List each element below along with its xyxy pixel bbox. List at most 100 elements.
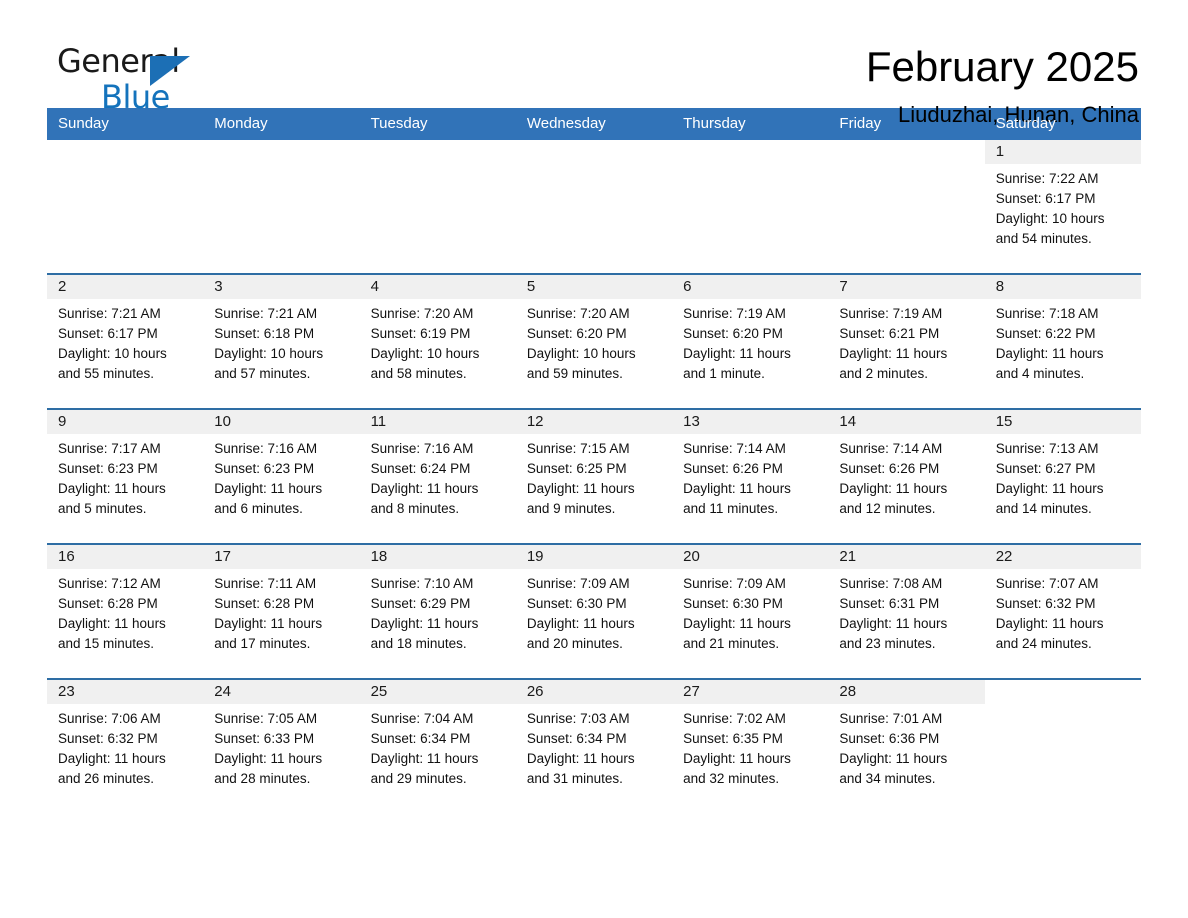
day-number-band: 19: [515, 545, 673, 569]
calendar-day-cell[interactable]: 23 Sunrise: 7:06 AM Sunset: 6:32 PM Dayligh…: [47, 680, 204, 813]
weekday-header-wednesday: Wednesday: [515, 108, 673, 140]
calendar-day-cell[interactable]: 20 Sunrise: 7:09 AM Sunset: 6:30 PM Dayligh…: [672, 545, 829, 678]
calendar-day-cell[interactable]: 12 Sunrise: 7:15 AM Sunset: 6:25 PM Dayligh…: [515, 410, 673, 543]
day-detail-line: Sunrise: 7:20 AM: [370, 306, 474, 321]
calendar-week-row: 9 Sunrise: 7:17 AM Sunset: 6:23 PM Daylight…: [47, 408, 1141, 544]
calendar-day-cell[interactable]: 22 Sunrise: 7:07 AM Sunset: 6:32 PM Dayligh…: [984, 545, 1141, 678]
day-detail: Sunrise: 7:19 AM Sunset: 6:21 PM Daylight:…: [828, 299, 984, 384]
day-detail-line: Sunrise: 7:21 AM: [58, 306, 161, 321]
day-detail-line: and 5 minutes.: [58, 501, 147, 516]
calendar-day-cell[interactable]: 15 Sunrise: 7:13 AM Sunset: 6:27 PM Dayligh…: [984, 410, 1141, 543]
day-detail-line: and 1 minute.: [683, 366, 765, 381]
day-detail-line: and 32 minutes.: [683, 771, 780, 786]
day-number: 18: [370, 548, 388, 565]
day-detail-line: Sunrise: 7:09 AM: [526, 576, 630, 591]
day-detail-line: Sunset: 6:27 PM: [995, 461, 1096, 476]
day-detail: [516, 164, 672, 169]
day-detail-line: Sunset: 6:26 PM: [683, 461, 783, 476]
day-detail-line: Sunrise: 7:19 AM: [839, 306, 943, 321]
day-detail-line: Daylight: 11 hours: [526, 481, 635, 496]
day-detail-line: Sunset: 6:23 PM: [214, 461, 315, 476]
day-number: 1: [995, 143, 1005, 160]
generalblue-logo[interactable]: General Blue: [47, 42, 217, 114]
day-number-band: 14: [828, 410, 985, 434]
calendar-day-cell[interactable]: 26 Sunrise: 7:03 AM Sunset: 6:34 PM Dayligh…: [515, 680, 673, 813]
calendar-day-cell[interactable]: 17 Sunrise: 7:11 AM Sunset: 6:28 PM Dayligh…: [203, 545, 360, 678]
calendar-day-cell[interactable]: 24 Sunrise: 7:05 AM Sunset: 6:33 PM Dayligh…: [203, 680, 360, 813]
day-detail-line: Sunrise: 7:07 AM: [995, 576, 1099, 591]
day-detail: Sunrise: 7:17 AM Sunset: 6:23 PM Daylight:…: [47, 434, 203, 519]
calendar-day-cell[interactable]: 3 Sunrise: 7:21 AM Sunset: 6:18 PM Daylight…: [203, 275, 360, 408]
day-detail-line: Sunrise: 7:01 AM: [839, 711, 943, 726]
day-detail-line: Sunrise: 7:16 AM: [370, 441, 474, 456]
calendar-day-cell[interactable]: 21 Sunrise: 7:08 AM Sunset: 6:31 PM Dayligh…: [828, 545, 985, 678]
day-detail-line: Sunrise: 7:19 AM: [683, 306, 786, 321]
day-number-band: 8: [984, 275, 1141, 299]
day-number: 24: [214, 683, 231, 700]
calendar-day-cell[interactable]: 1 Sunrise: 7:22 AM Sunset: 6:17 PM Daylight…: [984, 140, 1141, 273]
page-title: February 2025: [865, 43, 1139, 90]
logo-text-general: General: [57, 42, 180, 80]
day-detail-line: Daylight: 11 hours: [214, 616, 323, 631]
day-detail-line: and 11 minutes.: [683, 501, 779, 516]
calendar-day-cell[interactable]: 10 Sunrise: 7:16 AM Sunset: 6:23 PM Dayligh…: [203, 410, 360, 543]
day-detail: Sunrise: 7:16 AM Sunset: 6:24 PM Daylight:…: [360, 434, 516, 519]
day-number: 4: [370, 278, 379, 295]
day-number-band: 25: [359, 680, 516, 704]
day-detail-line: Sunset: 6:20 PM: [683, 326, 783, 341]
calendar-day-cell[interactable]: 9 Sunrise: 7:17 AM Sunset: 6:23 PM Daylight…: [47, 410, 204, 543]
calendar-day-cell[interactable]: 11 Sunrise: 7:16 AM Sunset: 6:24 PM Dayligh…: [359, 410, 516, 543]
day-detail-line: Sunset: 6:35 PM: [683, 731, 783, 746]
day-detail-line: Daylight: 11 hours: [526, 616, 635, 631]
day-detail-line: Sunset: 6:29 PM: [370, 596, 471, 611]
calendar-day-cell[interactable]: 25 Sunrise: 7:04 AM Sunset: 6:34 PM Dayligh…: [359, 680, 516, 813]
calendar-day-cell[interactable]: 8 Sunrise: 7:18 AM Sunset: 6:22 PM Daylight…: [984, 275, 1141, 408]
calendar-day-cell[interactable]: 19 Sunrise: 7:09 AM Sunset: 6:30 PM Dayligh…: [515, 545, 673, 678]
day-detail-line: and 31 minutes.: [526, 771, 623, 786]
calendar-day-cell[interactable]: 14 Sunrise: 7:14 AM Sunset: 6:26 PM Dayligh…: [828, 410, 985, 543]
day-number-band: [203, 140, 359, 164]
day-detail: Sunrise: 7:10 AM Sunset: 6:29 PM Daylight:…: [360, 569, 516, 654]
day-detail-line: Daylight: 11 hours: [526, 751, 635, 766]
day-detail: Sunrise: 7:11 AM Sunset: 6:28 PM Daylight:…: [203, 569, 359, 654]
calendar-day-cell-empty: [203, 140, 360, 273]
day-detail-line: Sunset: 6:19 PM: [370, 326, 471, 341]
day-detail-line: and 12 minutes.: [839, 501, 936, 516]
day-number-band: 2: [47, 275, 204, 299]
day-detail: [360, 164, 516, 169]
day-number: 22: [995, 548, 1013, 565]
day-detail-line: and 23 minutes.: [839, 636, 936, 651]
day-number-band: 28: [828, 680, 985, 704]
day-number-band: 9: [47, 410, 204, 434]
calendar-day-cell[interactable]: 7 Sunrise: 7:19 AM Sunset: 6:21 PM Daylight…: [828, 275, 985, 408]
day-detail-line: Sunrise: 7:14 AM: [683, 441, 786, 456]
day-detail: Sunrise: 7:06 AM Sunset: 6:32 PM Daylight:…: [47, 704, 203, 789]
calendar-day-cell[interactable]: 16 Sunrise: 7:12 AM Sunset: 6:28 PM Dayligh…: [47, 545, 204, 678]
day-number-band: 12: [515, 410, 673, 434]
day-number-band: 21: [828, 545, 985, 569]
calendar-day-cell-empty: [984, 680, 1141, 813]
calendar-day-cell[interactable]: 13 Sunrise: 7:14 AM Sunset: 6:26 PM Dayligh…: [672, 410, 829, 543]
day-number-band: [516, 140, 672, 164]
day-detail-line: and 15 minutes.: [58, 636, 155, 651]
day-number: 10: [214, 413, 231, 430]
weekday-header-thursday: Thursday: [672, 108, 829, 140]
day-detail-line: Daylight: 11 hours: [995, 481, 1104, 496]
day-detail-line: Sunset: 6:28 PM: [58, 596, 158, 611]
day-detail: Sunrise: 7:09 AM Sunset: 6:30 PM Daylight:…: [672, 569, 828, 654]
calendar-day-cell[interactable]: 18 Sunrise: 7:10 AM Sunset: 6:29 PM Dayligh…: [359, 545, 516, 678]
day-detail: Sunrise: 7:04 AM Sunset: 6:34 PM Daylight:…: [360, 704, 516, 789]
calendar-day-cell[interactable]: 4 Sunrise: 7:20 AM Sunset: 6:19 PM Daylight…: [359, 275, 516, 408]
day-detail-line: Sunrise: 7:22 AM: [995, 171, 1099, 186]
calendar-day-cell[interactable]: 2 Sunrise: 7:21 AM Sunset: 6:17 PM Daylight…: [47, 275, 204, 408]
day-detail-line: Sunset: 6:26 PM: [839, 461, 940, 476]
calendar-day-cell[interactable]: 28 Sunrise: 7:01 AM Sunset: 6:36 PM Dayligh…: [828, 680, 985, 813]
day-detail-line: Daylight: 11 hours: [214, 481, 323, 496]
day-number-band: 15: [984, 410, 1141, 434]
day-detail-line: and 57 minutes.: [214, 366, 311, 381]
day-detail-line: and 4 minutes.: [995, 366, 1085, 381]
calendar-day-cell[interactable]: 6 Sunrise: 7:19 AM Sunset: 6:20 PM Daylight…: [672, 275, 829, 408]
calendar-day-cell[interactable]: 5 Sunrise: 7:20 AM Sunset: 6:20 PM Daylight…: [515, 275, 673, 408]
calendar-day-cell[interactable]: 27 Sunrise: 7:02 AM Sunset: 6:35 PM Dayligh…: [672, 680, 829, 813]
calendar-day-cell-empty: [672, 140, 829, 273]
